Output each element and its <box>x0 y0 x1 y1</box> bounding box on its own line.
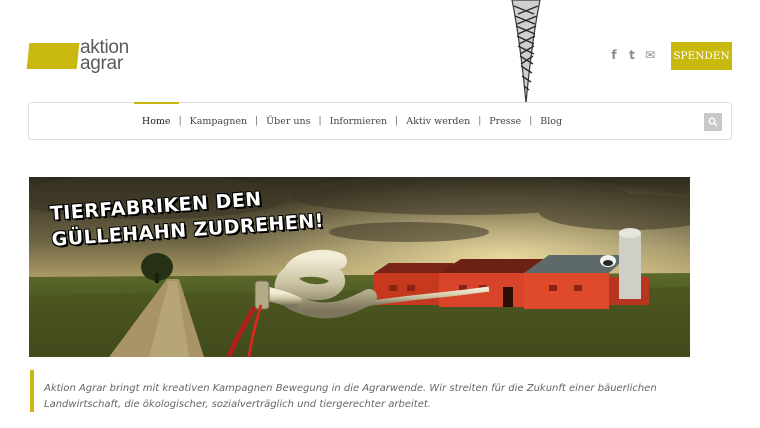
mail-icon[interactable]: ✉ <box>644 48 656 62</box>
nav-menu: Home | Kampagnen | Über uns | Informiere… <box>29 102 731 139</box>
nav-item-ueber-uns[interactable]: Über uns <box>258 103 318 139</box>
search-button[interactable] <box>704 113 722 131</box>
main-navigation: Home | Kampagnen | Über uns | Informiere… <box>28 102 732 140</box>
nav-item-presse[interactable]: Presse <box>481 103 529 139</box>
intro-text: Aktion Agrar bringt mit kreativen Kampag… <box>44 383 657 410</box>
quote-accent-bar <box>30 370 34 412</box>
site-logo[interactable]: aktion agrar <box>26 38 138 74</box>
logo-text: aktion agrar <box>80 38 129 74</box>
intro-quote: Aktion Agrar bringt mit kreativen Kampag… <box>30 370 735 412</box>
social-links: f t ✉ <box>608 48 656 62</box>
nav-item-kampagnen[interactable]: Kampagnen <box>182 103 255 139</box>
nav-item-home[interactable]: Home <box>133 102 179 139</box>
nav-item-aktiv-werden[interactable]: Aktiv werden <box>398 103 478 139</box>
logo-line-2: agrar <box>80 53 123 74</box>
nav-item-blog[interactable]: Blog <box>532 103 570 139</box>
search-icon <box>708 117 718 127</box>
wheat-decoration-icon <box>511 0 541 103</box>
twitter-icon[interactable]: t <box>626 48 638 62</box>
facebook-icon[interactable]: f <box>608 48 620 62</box>
nav-item-informieren[interactable]: Informieren <box>322 103 396 139</box>
donate-button[interactable]: SPENDEN <box>671 42 732 70</box>
campaign-banner[interactable]: TIERFABRIKEN DEN GÜLLEHAHN ZUDREHEN! <box>29 177 690 357</box>
logo-mark <box>26 43 80 69</box>
